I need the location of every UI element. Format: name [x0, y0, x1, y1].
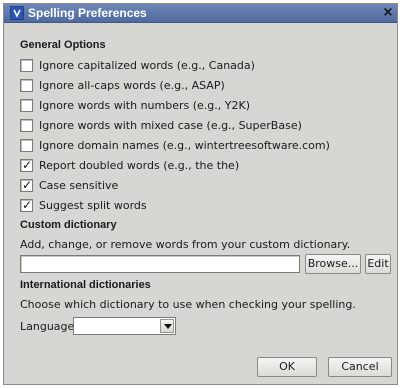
custom-dictionary-path-input[interactable]	[20, 255, 300, 273]
checkmark-icon: ✓	[22, 177, 33, 192]
option-ignore-mixed-case[interactable]: Ignore words with mixed case (e.g., Supe…	[20, 118, 302, 132]
option-label: Case sensitive	[39, 178, 119, 192]
spelling-app-icon	[10, 6, 24, 20]
checkbox[interactable]	[20, 98, 33, 112]
language-select[interactable]	[73, 317, 176, 335]
language-label: Language	[20, 320, 75, 333]
option-label: Ignore all-caps words (e.g., ASAP)	[39, 78, 225, 92]
option-report-doubled[interactable]: ✓ Report doubled words (e.g., the the)	[20, 158, 239, 172]
option-label: Report doubled words (e.g., the the)	[39, 158, 240, 172]
browse-button[interactable]: Browse...	[305, 254, 361, 274]
checkbox[interactable]	[20, 118, 33, 132]
window-title: Spelling Preferences	[28, 6, 147, 20]
cancel-button[interactable]: Cancel	[328, 357, 392, 377]
option-label: Ignore words with mixed case (e.g., Supe…	[39, 118, 302, 132]
checkbox-checked[interactable]: ✓	[20, 197, 33, 212]
option-ignore-numbers[interactable]: Ignore words with numbers (e.g., Y2K)	[20, 98, 250, 112]
checkbox-checked[interactable]: ✓	[20, 157, 33, 172]
option-label: Ignore words with numbers (e.g., Y2K)	[39, 98, 250, 112]
option-label: Suggest split words	[39, 198, 147, 212]
option-ignore-capitalized[interactable]: Ignore capitalized words (e.g., Canada)	[20, 58, 255, 72]
option-ignore-all-caps[interactable]: Ignore all-caps words (e.g., ASAP)	[20, 78, 225, 92]
checkbox[interactable]	[20, 58, 33, 72]
option-ignore-domain-names[interactable]: Ignore domain names (e.g., wintertreesof…	[20, 138, 330, 152]
title-bar[interactable]: Spelling Preferences ×	[4, 4, 397, 23]
option-label: Ignore capitalized words (e.g., Canada)	[39, 58, 255, 72]
custom-dictionary-description: Add, change, or remove words from your c…	[20, 238, 351, 251]
option-label: Ignore domain names (e.g., wintertreesof…	[39, 138, 330, 152]
option-suggest-split[interactable]: ✓ Suggest split words	[20, 198, 147, 212]
checkbox-checked[interactable]: ✓	[20, 177, 33, 192]
checkmark-icon: ✓	[22, 157, 33, 172]
spelling-preferences-dialog: Spelling Preferences × General Options I…	[3, 3, 398, 385]
checkbox[interactable]	[20, 138, 33, 152]
international-dictionaries-heading: International dictionaries	[20, 279, 151, 291]
checkmark-icon: ✓	[22, 197, 33, 212]
option-case-sensitive[interactable]: ✓ Case sensitive	[20, 178, 118, 192]
general-options-heading: General Options	[20, 39, 106, 51]
checkbox[interactable]	[20, 78, 33, 92]
ok-button[interactable]: OK	[257, 357, 317, 377]
close-icon[interactable]: ×	[380, 5, 396, 21]
international-dictionaries-description: Choose which dictionary to use when chec…	[20, 298, 356, 311]
chevron-down-icon[interactable]	[160, 319, 174, 333]
edit-button[interactable]: Edit	[365, 254, 391, 274]
custom-dictionary-heading: Custom dictionary	[20, 219, 117, 231]
